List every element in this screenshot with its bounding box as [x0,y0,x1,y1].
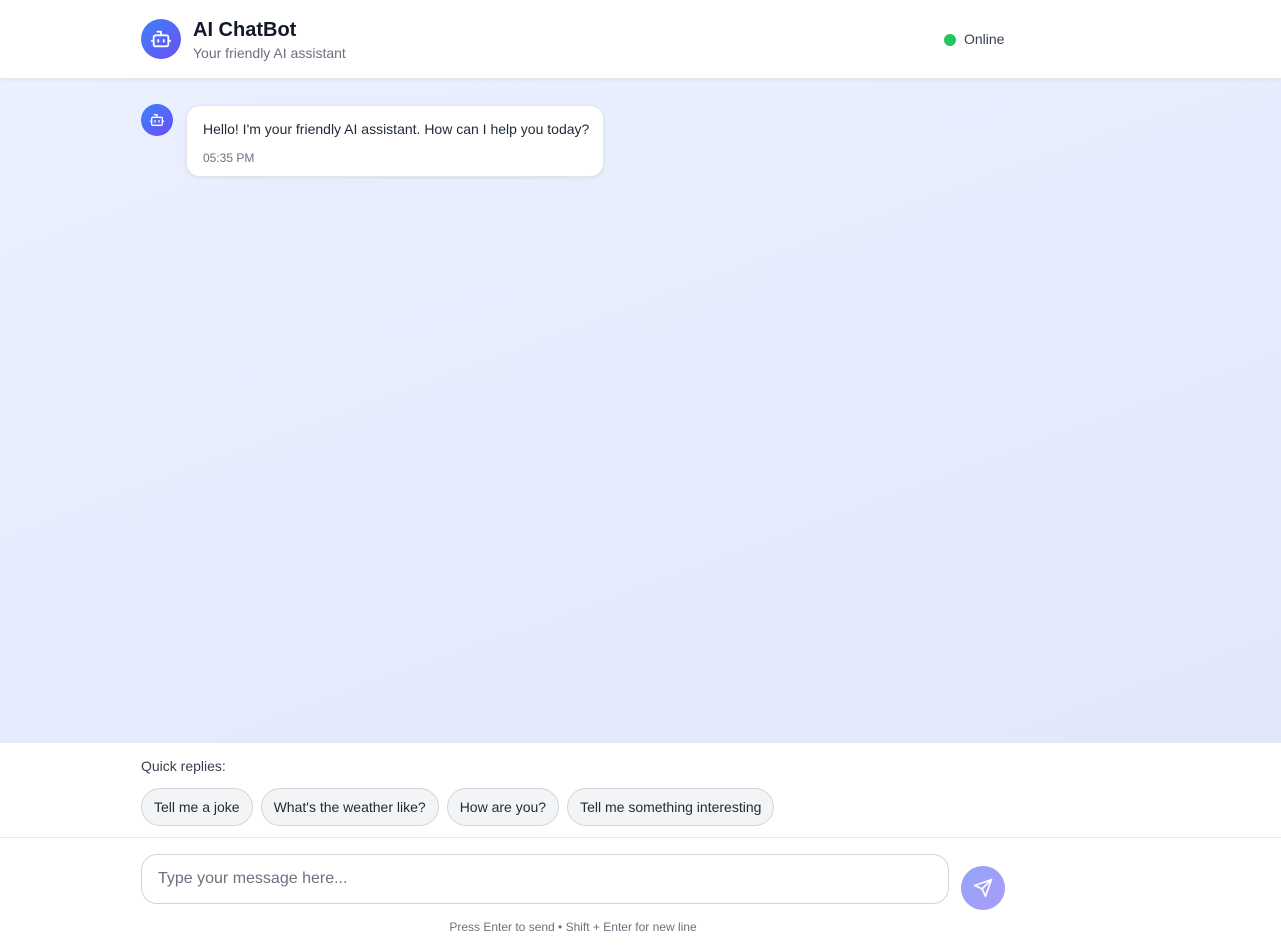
app-header: AI ChatBot Your friendly AI assistant On… [0,0,1281,79]
send-button[interactable] [961,866,1005,910]
bot-message-bubble: Hello! I'm your friendly AI assistant. H… [186,105,604,177]
quick-reply-joke[interactable]: Tell me a joke [141,788,253,826]
message-avatar [141,104,173,136]
online-dot-icon [944,33,956,46]
message-timestamp: 05:35 PM [203,151,255,165]
app-title: AI ChatBot [193,19,297,41]
chat-app: AI ChatBot Your friendly AI assistant On… [0,0,1281,945]
quick-replies-label: Quick replies: [141,758,226,774]
quick-replies-list: Tell me a joke What's the weather like? … [141,788,775,826]
robot-icon [149,114,165,126]
message-list[interactable]: Hello! I'm your friendly AI assistant. H… [0,79,1281,742]
keyboard-hint: Press Enter to send • Shift + Enter for … [449,920,697,934]
quick-replies: Quick replies: Tell me a joke What's the… [0,742,1281,838]
status-label: Online [964,31,1005,47]
quick-reply-interesting[interactable]: Tell me something interesting [567,788,775,826]
send-icon [973,878,993,898]
message-composer: Press Enter to send • Shift + Enter for … [0,838,1281,945]
robot-icon [150,30,172,48]
message-input[interactable] [141,854,949,904]
quick-reply-weather[interactable]: What's the weather like? [260,788,439,826]
quick-reply-how-are-you[interactable]: How are you? [446,788,560,826]
app-subtitle: Your friendly AI assistant [193,45,346,61]
message-text: Hello! I'm your friendly AI assistant. H… [203,121,590,137]
status-indicator: Online [944,31,1004,48]
bot-avatar [141,19,181,59]
